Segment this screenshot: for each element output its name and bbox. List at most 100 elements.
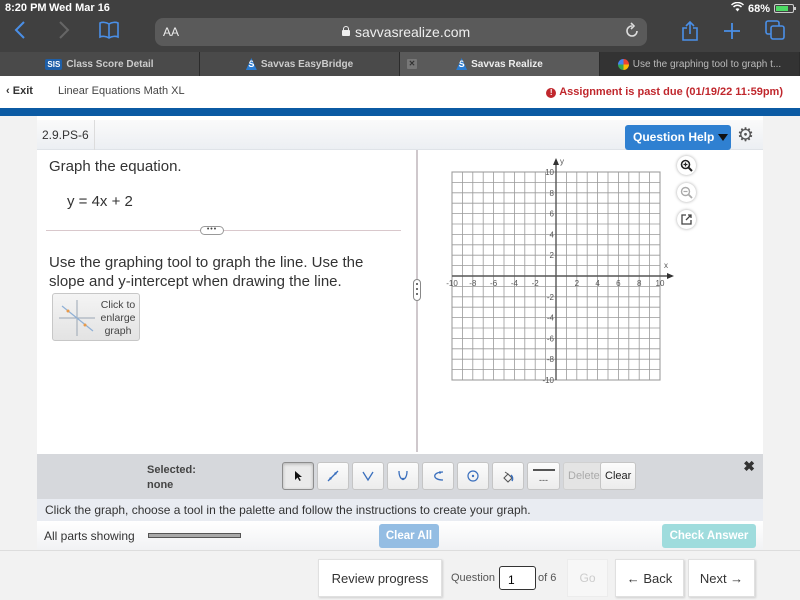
x-tick-label: 4 [595, 279, 600, 288]
wifi-icon [730, 1, 744, 15]
status-right: 68% [730, 1, 796, 15]
review-progress-button[interactable]: Review progress [318, 559, 442, 597]
savvas-logo-icon: S [245, 58, 257, 70]
question-help-button[interactable]: Question Help [625, 125, 731, 150]
paint-bucket-icon [503, 471, 514, 483]
selected-label: Selected: [147, 464, 196, 476]
x-tick-label: -2 [532, 279, 540, 288]
pointer-icon [295, 471, 302, 481]
question-number-input[interactable] [499, 566, 536, 590]
browser-toolbar: AA savvasrealize.com [0, 16, 800, 52]
zoom-in-icon [680, 159, 693, 172]
page-header: ‹ Exit Linear Equations Math XL ! Assignm… [0, 76, 800, 108]
selected-tool-status: Selected: none [147, 463, 196, 493]
past-due-text: Assignment is past due (01/19/22 11:59pm… [559, 86, 783, 98]
exit-label: Exit [12, 85, 33, 97]
y-tick-label: 2 [550, 251, 555, 260]
clear-all-button[interactable]: Clear All [379, 524, 439, 548]
exit-button[interactable]: ‹ Exit [6, 85, 33, 97]
status-time: 8:20 PM [5, 2, 47, 14]
past-due-alert: ! Assignment is past due (01/19/22 11:59p… [546, 86, 783, 98]
y-tick-label: 10 [545, 168, 554, 177]
back-arrow-icon[interactable] [14, 20, 26, 46]
close-tab-icon[interactable]: ✕ [407, 59, 417, 69]
solid-line-icon [532, 469, 555, 471]
gear-icon[interactable]: ⚙ [737, 126, 754, 146]
browser-tab-realize[interactable]: ✕ S Savvas Realize [400, 52, 600, 76]
y-tick-label: -2 [547, 293, 555, 302]
address-bar[interactable]: AA savvasrealize.com [155, 18, 647, 46]
graph-instructions: Click the graph, choose a tool in the pa… [37, 499, 763, 521]
text-size-button[interactable]: AA [163, 25, 179, 39]
y-tick-label: -8 [547, 355, 555, 364]
enlarge-graph-button[interactable]: Click to enlarge graph [52, 293, 140, 341]
question-number-label: Question [451, 572, 496, 584]
lock-icon [342, 26, 350, 36]
tool-palette: Selected: none --- Delete Clear ✖ [37, 454, 763, 499]
clear-button[interactable]: Clear [600, 462, 637, 490]
pop-out-graph-button[interactable] [677, 210, 696, 229]
x-tick-label: -10 [446, 279, 458, 288]
question-frame: 2.9.PS-6 Question Help ⚙ Graph the equat… [37, 116, 763, 550]
question-id: 2.9.PS-6 [37, 120, 95, 150]
sis-logo-icon: SIS [45, 58, 63, 70]
circle-icon [467, 470, 479, 482]
x-tick-label: -4 [511, 279, 519, 288]
zoom-in-button[interactable] [677, 156, 696, 175]
delete-button[interactable]: Delete [563, 462, 605, 490]
parts-progress-bar [148, 533, 241, 538]
question-pane: Graph the equation. y = 4x + 2 ••• Use t… [37, 150, 415, 452]
x-tick-label: -8 [469, 279, 477, 288]
back-button[interactable]: ← Back [615, 559, 684, 597]
close-palette-icon[interactable]: ✖ [743, 458, 755, 475]
zoom-out-icon [680, 186, 693, 199]
y-tick-label: -10 [542, 376, 554, 385]
vertical-divider [416, 150, 418, 452]
forward-arrow-icon[interactable] [58, 20, 70, 46]
line-tool-button[interactable] [317, 462, 349, 490]
footer-nav: Review progress Question of 6 Go ← Back … [0, 550, 800, 600]
absolute-value-tool-button[interactable] [352, 462, 384, 490]
pointer-tool-button[interactable] [282, 462, 314, 490]
tab-label: Use the graphing tool to graph t... [632, 58, 782, 70]
zoom-out-button[interactable] [677, 183, 696, 202]
mini-graph-icon [59, 300, 95, 336]
parabola-tool-button[interactable] [387, 462, 419, 490]
vertical-resize-handle[interactable] [413, 279, 421, 301]
sideways-parabola-tool-button[interactable] [422, 462, 454, 490]
browser-tab-google[interactable]: Use the graphing tool to graph t... [600, 52, 800, 76]
alert-icon: ! [546, 88, 557, 98]
question-total: of 6 [538, 572, 557, 584]
y-tick-label: -6 [547, 334, 555, 343]
course-title: Linear Equations Math XL [58, 85, 185, 97]
go-button[interactable]: Go [567, 559, 608, 597]
x-tick-label: 8 [637, 279, 642, 288]
y-tick-label: 8 [550, 189, 555, 198]
bookmarks-book-icon[interactable] [98, 20, 120, 46]
share-icon[interactable] [681, 20, 699, 48]
instructions: Use the graphing tool to graph the line.… [49, 254, 364, 290]
x-axis-label: x [664, 261, 668, 270]
new-tab-plus-icon[interactable] [723, 20, 741, 46]
next-button[interactable]: Next → [688, 559, 755, 597]
url-text[interactable]: savvasrealize.com [355, 24, 470, 40]
v-shape-icon [362, 471, 374, 482]
line-style-toggle[interactable]: --- [527, 462, 560, 490]
coordinate-grid[interactable]: x y -10 -8 -6 -4 -2 2 4 6 8 10 -10 -8 -6 -4 -2 2 4 6 8 10 [427, 150, 687, 390]
reload-icon[interactable] [625, 22, 639, 43]
enlarge-graph-label: Click to enlarge graph [100, 299, 136, 337]
status-bar: 8:20 PM Wed Mar 16 68% [0, 0, 800, 16]
check-answer-button[interactable]: Check Answer [662, 524, 756, 548]
x-tick-label: -6 [490, 279, 498, 288]
browser-tab-easybridge[interactable]: S Savvas EasyBridge [200, 52, 400, 76]
tab-label: Class Score Detail [66, 58, 154, 70]
tabs-overview-icon[interactable] [765, 20, 785, 46]
header-accent-bar [0, 108, 800, 116]
browser-tab-class-score[interactable]: SIS Class Score Detail [0, 52, 200, 76]
circle-tool-button[interactable] [457, 462, 489, 490]
browser-tab-strip: SIS Class Score Detail S Savvas EasyBrid… [0, 52, 800, 76]
fill-tool-button[interactable] [492, 462, 524, 490]
x-tick-label: 6 [616, 279, 621, 288]
graphing-area[interactable]: x y -10 -8 -6 -4 -2 2 4 6 8 10 -10 -8 -6 -4 -2 2 4 6 8 10 [427, 150, 687, 390]
horizontal-resize-handle[interactable]: ••• [200, 226, 224, 235]
